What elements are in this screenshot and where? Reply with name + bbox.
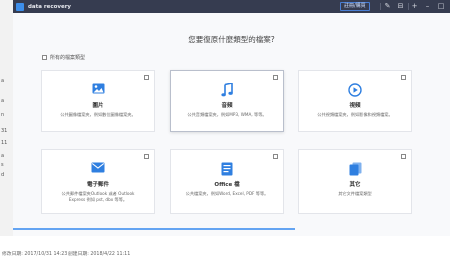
card-checkbox[interactable] bbox=[401, 154, 406, 159]
filetype-card-office[interactable]: Office 檔 公共檔案夾，例如Word, Excel, PDF 等等。 bbox=[170, 149, 284, 214]
maximize-icon[interactable]: □ bbox=[435, 1, 447, 12]
card-description: 其它文件檔案類型 bbox=[338, 191, 372, 196]
pen-icon[interactable]: ✎ bbox=[382, 1, 393, 12]
bg-text: a bbox=[1, 78, 5, 84]
select-all-checkbox[interactable] bbox=[42, 55, 47, 60]
background-window-strip: a a n 31 11 a s d bbox=[0, 0, 13, 258]
created-date-text: 創建日期: 2018/4/22 11:11 bbox=[68, 252, 131, 257]
card-description: 公共郵件檔案夾Outlook 或者 Outlook Express 例如 pst… bbox=[61, 191, 135, 202]
card-checkbox[interactable] bbox=[144, 154, 149, 159]
bg-text: a bbox=[1, 153, 5, 159]
filetype-card-email[interactable]: 電子郵件 公共郵件檔案夾Outlook 或者 Outlook Express 例… bbox=[41, 149, 155, 214]
filetype-card-audio[interactable]: 音頻 公共音頻檔案夾，例如MP3, WMA, 等等。 bbox=[170, 70, 284, 132]
card-title: 圖片 bbox=[92, 103, 104, 109]
select-all-filetypes[interactable]: 所有的檔案類型 bbox=[42, 54, 85, 61]
app-title: data recovery bbox=[28, 3, 71, 10]
cart-icon[interactable]: ⊟ bbox=[395, 1, 406, 12]
music-icon bbox=[171, 83, 283, 97]
video-icon bbox=[299, 83, 411, 97]
email-icon bbox=[42, 162, 154, 176]
modified-date-text: 修改日期: 2017/10/31 14:23 bbox=[2, 252, 68, 257]
register-button[interactable]: 註冊/購買 bbox=[340, 2, 370, 11]
card-title: 電子郵件 bbox=[86, 182, 109, 188]
filetype-card-other[interactable]: 其它 其它文件檔案類型 bbox=[298, 149, 412, 214]
bg-text: 31 bbox=[1, 128, 8, 134]
card-description: 公共音頻檔案夾，例如MP3, WMA, 等等。 bbox=[187, 112, 267, 117]
bg-text: s bbox=[1, 162, 4, 168]
card-title: Office 檔 bbox=[214, 182, 240, 188]
title-bar: data recovery 註冊/購買 ✎ ⊟ + – □ bbox=[13, 0, 450, 13]
card-checkbox[interactable] bbox=[144, 75, 149, 80]
page-heading: 您要復原什麼類型的檔案? bbox=[188, 35, 275, 44]
bg-text: 11 bbox=[1, 140, 8, 146]
select-all-label: 所有的檔案類型 bbox=[50, 55, 86, 61]
card-title: 視頻 bbox=[349, 103, 361, 109]
card-description: 公共圖像檔案夾，例如數位圖像檔案夾。 bbox=[60, 112, 136, 117]
card-checkbox[interactable] bbox=[273, 154, 278, 159]
bg-text: a bbox=[1, 98, 5, 104]
card-checkbox[interactable] bbox=[401, 75, 406, 80]
bg-text: d bbox=[1, 172, 5, 178]
image-icon bbox=[42, 83, 154, 97]
bg-text: n bbox=[1, 112, 5, 118]
app-logo-icon bbox=[16, 2, 24, 11]
minimize-icon[interactable]: – bbox=[422, 1, 433, 12]
files-icon bbox=[299, 162, 411, 176]
plus-icon[interactable]: + bbox=[409, 1, 420, 12]
status-strip: 修改日期: 2017/10/31 14:23 創建日期: 2018/4/22 1… bbox=[0, 236, 450, 258]
document-icon bbox=[171, 162, 283, 176]
progress-line bbox=[13, 228, 295, 230]
app-window: data recovery 註冊/購買 ✎ ⊟ + – □ 您要復原什麼類型的檔… bbox=[13, 0, 450, 236]
card-title: 其它 bbox=[349, 182, 361, 188]
card-title: 音頻 bbox=[221, 103, 233, 109]
filetype-card-images[interactable]: 圖片 公共圖像檔案夾，例如數位圖像檔案夾。 bbox=[41, 70, 155, 132]
card-description: 公共視頻檔案夾，例如影像和視頻檔案。 bbox=[317, 112, 393, 117]
toolbar-divider bbox=[380, 3, 381, 10]
card-description: 公共檔案夾，例如Word, Excel, PDF 等等。 bbox=[185, 191, 269, 196]
filetype-card-video[interactable]: 視頻 公共視頻檔案夾，例如影像和視頻檔案。 bbox=[298, 70, 412, 132]
card-checkbox[interactable] bbox=[273, 75, 278, 80]
